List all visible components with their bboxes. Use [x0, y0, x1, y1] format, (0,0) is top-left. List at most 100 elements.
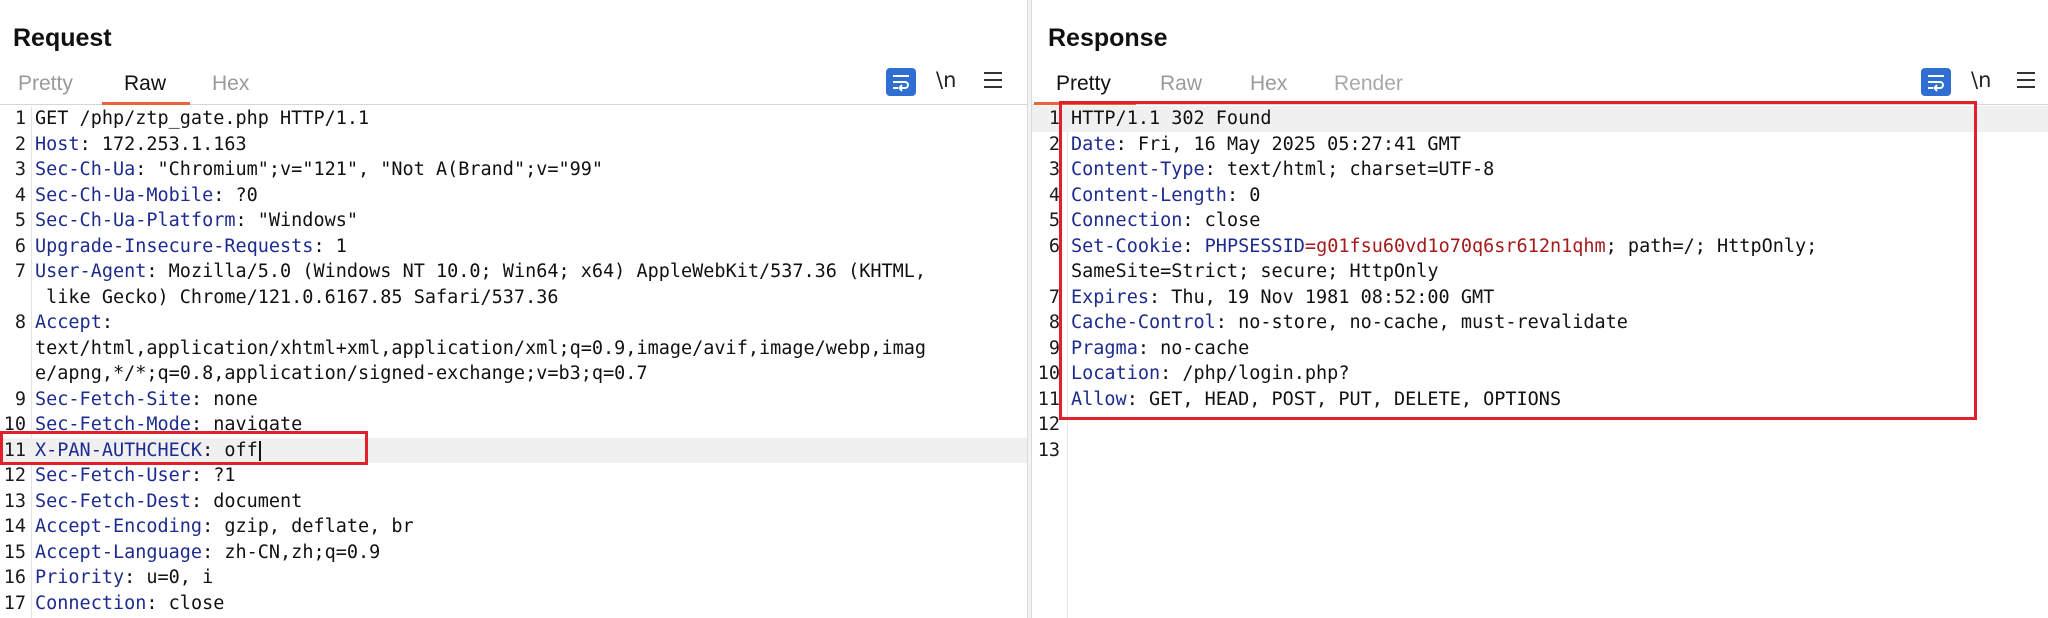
line-content: Accept-Encoding: gzip, deflate, br: [35, 514, 414, 540]
line-number: 14: [3, 516, 26, 537]
header-value: : zh-CN,zh;q=0.9: [202, 541, 381, 563]
header-name: Sec-Ch-Ua: [35, 159, 136, 180]
line-number: 8: [1048, 312, 1060, 333]
line-content: Priority: u=0, i: [35, 565, 213, 591]
line-number: 8: [14, 312, 26, 333]
code-line: 8 Accept:: [0, 310, 1027, 336]
menu-icon[interactable]: [984, 72, 1002, 88]
line-content: GET /php/ztp_gate.php HTTP/1.1: [35, 106, 369, 132]
response-tab-render[interactable]: Render: [1334, 72, 1403, 96]
line-number: 6: [1048, 235, 1060, 257]
code-line: 4 Sec-Ch-Ua-Mobile: ?0: [0, 183, 1027, 209]
line-number: 16: [3, 567, 26, 588]
header-value: : ?0: [213, 184, 258, 206]
line-content: Sec-Ch-Ua-Mobile: ?0: [35, 183, 258, 209]
line-content: Connection: close: [35, 591, 224, 617]
response-title: Response: [1048, 24, 1168, 52]
header-value: : 172.253.1.163: [79, 133, 247, 155]
response-newline-toggle[interactable]: \n: [1971, 68, 1991, 92]
header-name: Sec-Fetch-User: [35, 465, 191, 486]
line-number: 9: [14, 388, 26, 410]
response-tab-raw[interactable]: Raw: [1160, 72, 1202, 96]
line-content: Sec-Fetch-Dest: document: [35, 489, 302, 515]
line-content: like Gecko) Chrome/121.0.6167.85 Safari/…: [35, 285, 558, 311]
header-name: Sec-Fetch-Site: [35, 388, 191, 410]
code-line: 2 Host: 172.253.1.163: [0, 132, 1027, 158]
header-value: GET /php/ztp_gate.php HTTP/1.1: [35, 108, 370, 129]
header-value: like Gecko) Chrome/121.0.6167.85 Safari/…: [35, 286, 559, 308]
code-line: 7 User-Agent: Mozilla/5.0 (Windows NT 10.…: [0, 259, 1027, 285]
line-content: text/html,application/xhtml+xml,applicat…: [35, 336, 926, 362]
line-content: Sec-Fetch-User: ?1: [35, 463, 236, 489]
header-name: Priority: [35, 567, 125, 588]
line-content: e/apng,*/*;q=0.8,application/signed-exch…: [35, 361, 648, 387]
response-tab-pretty[interactable]: Pretty: [1056, 72, 1111, 96]
code-line: 3 Sec-Ch-Ua: "Chromium";v="121", "Not A(B…: [0, 157, 1027, 183]
line-number: 3: [1048, 159, 1060, 180]
header-name: Accept: [35, 312, 102, 333]
code-line: 13: [1032, 438, 2048, 464]
line-number: 5: [1048, 210, 1060, 231]
request-active-tab-indicator: [102, 102, 190, 105]
line-number: 2: [1048, 133, 1060, 155]
line-number: 12: [1037, 414, 1060, 435]
line-number: 6: [14, 235, 26, 257]
header-value: : gzip, deflate, br: [202, 516, 414, 537]
request-newline-toggle[interactable]: \n: [936, 68, 956, 92]
response-tabs: Pretty Raw Hex Render: [1032, 66, 2048, 105]
header-value: : u=0, i: [124, 567, 214, 588]
line-number: 3: [14, 159, 26, 180]
code-line: like Gecko) Chrome/121.0.6167.85 Safari/…: [0, 285, 1027, 311]
request-editor[interactable]: 1 GET /php/ztp_gate.php HTTP/1.1 2 Host: 17…: [0, 106, 1027, 618]
line-number: 1: [1048, 108, 1060, 129]
response-pane: Response Pretty Raw Hex Render \n 1 HTTP/…: [1032, 0, 2048, 618]
line-number: 1: [14, 108, 26, 129]
header-value: : "Chromium";v="121", "Not A(Brand";v="9…: [135, 159, 604, 180]
line-number: 13: [1037, 439, 1060, 461]
line-number: 7: [1048, 286, 1060, 308]
header-value: : none: [190, 388, 258, 410]
response-highlight-box: [1059, 101, 1977, 420]
header-value: : document: [190, 490, 303, 512]
header-name: Sec-Ch-Ua-Mobile: [35, 184, 214, 206]
line-number: 11: [1037, 388, 1060, 410]
header-name: Host: [35, 133, 80, 155]
header-value: e/apng,*/*;q=0.8,application/signed-exch…: [35, 363, 648, 384]
code-line: 16 Priority: u=0, i: [0, 565, 1027, 591]
line-number: 7: [14, 261, 26, 282]
code-line: 15 Accept-Language: zh-CN,zh;q=0.9: [0, 540, 1027, 566]
line-number: 10: [1037, 363, 1060, 384]
header-value: text/html,application/xhtml+xml,applicat…: [35, 337, 927, 359]
code-line: 5 Sec-Ch-Ua-Platform: "Windows": [0, 208, 1027, 234]
code-line: 17 Connection: close: [0, 591, 1027, 617]
request-title: Request: [13, 24, 112, 52]
line-number: 4: [14, 184, 26, 206]
request-tab-hex[interactable]: Hex: [212, 72, 249, 96]
line-content: Accept-Language: zh-CN,zh;q=0.9: [35, 540, 380, 566]
header-value: : Mozilla/5.0 (Windows NT 10.0; Win64; x…: [146, 261, 927, 282]
code-line: e/apng,*/*;q=0.8,application/signed-exch…: [0, 361, 1027, 387]
menu-icon[interactable]: [2017, 72, 2035, 88]
response-tab-hex[interactable]: Hex: [1250, 72, 1287, 96]
header-name: Accept-Language: [35, 541, 203, 563]
code-line: 13 Sec-Fetch-Dest: document: [0, 489, 1027, 515]
header-name: Sec-Fetch-Dest: [35, 490, 191, 512]
line-content: Upgrade-Insecure-Requests: 1: [35, 234, 347, 260]
header-name: User-Agent: [35, 261, 147, 282]
word-wrap-icon[interactable]: [886, 68, 916, 96]
request-pane: Request Pretty Raw Hex \n 1 GET /php/ztp_…: [0, 0, 1027, 618]
header-name: Connection: [35, 592, 147, 614]
code-line: 12 Sec-Fetch-User: ?1: [0, 463, 1027, 489]
word-wrap-icon[interactable]: [1921, 68, 1951, 96]
line-content: Host: 172.253.1.163: [35, 132, 247, 158]
line-number: 5: [14, 210, 26, 231]
line-number: 4: [1048, 184, 1060, 206]
request-tab-raw[interactable]: Raw: [124, 72, 166, 96]
header-value: :: [101, 312, 113, 333]
request-tab-pretty[interactable]: Pretty: [18, 72, 73, 96]
code-line: 6 Upgrade-Insecure-Requests: 1: [0, 234, 1027, 260]
line-content: Accept:: [35, 310, 113, 336]
line-number: 2: [14, 133, 26, 155]
line-number: 9: [1048, 337, 1060, 359]
line-number: 13: [3, 490, 26, 512]
